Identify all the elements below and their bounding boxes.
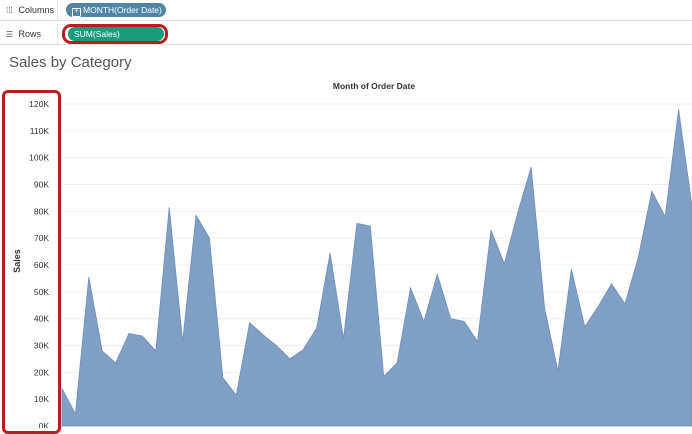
x-axis-title: Month of Order Date — [333, 81, 415, 91]
sales-area — [61, 109, 692, 427]
y-axis-highlight — [2, 90, 61, 434]
sales-area-chart: 0K10K20K30K40K50K60K70K80K90K100K110K120… — [12, 81, 692, 428]
